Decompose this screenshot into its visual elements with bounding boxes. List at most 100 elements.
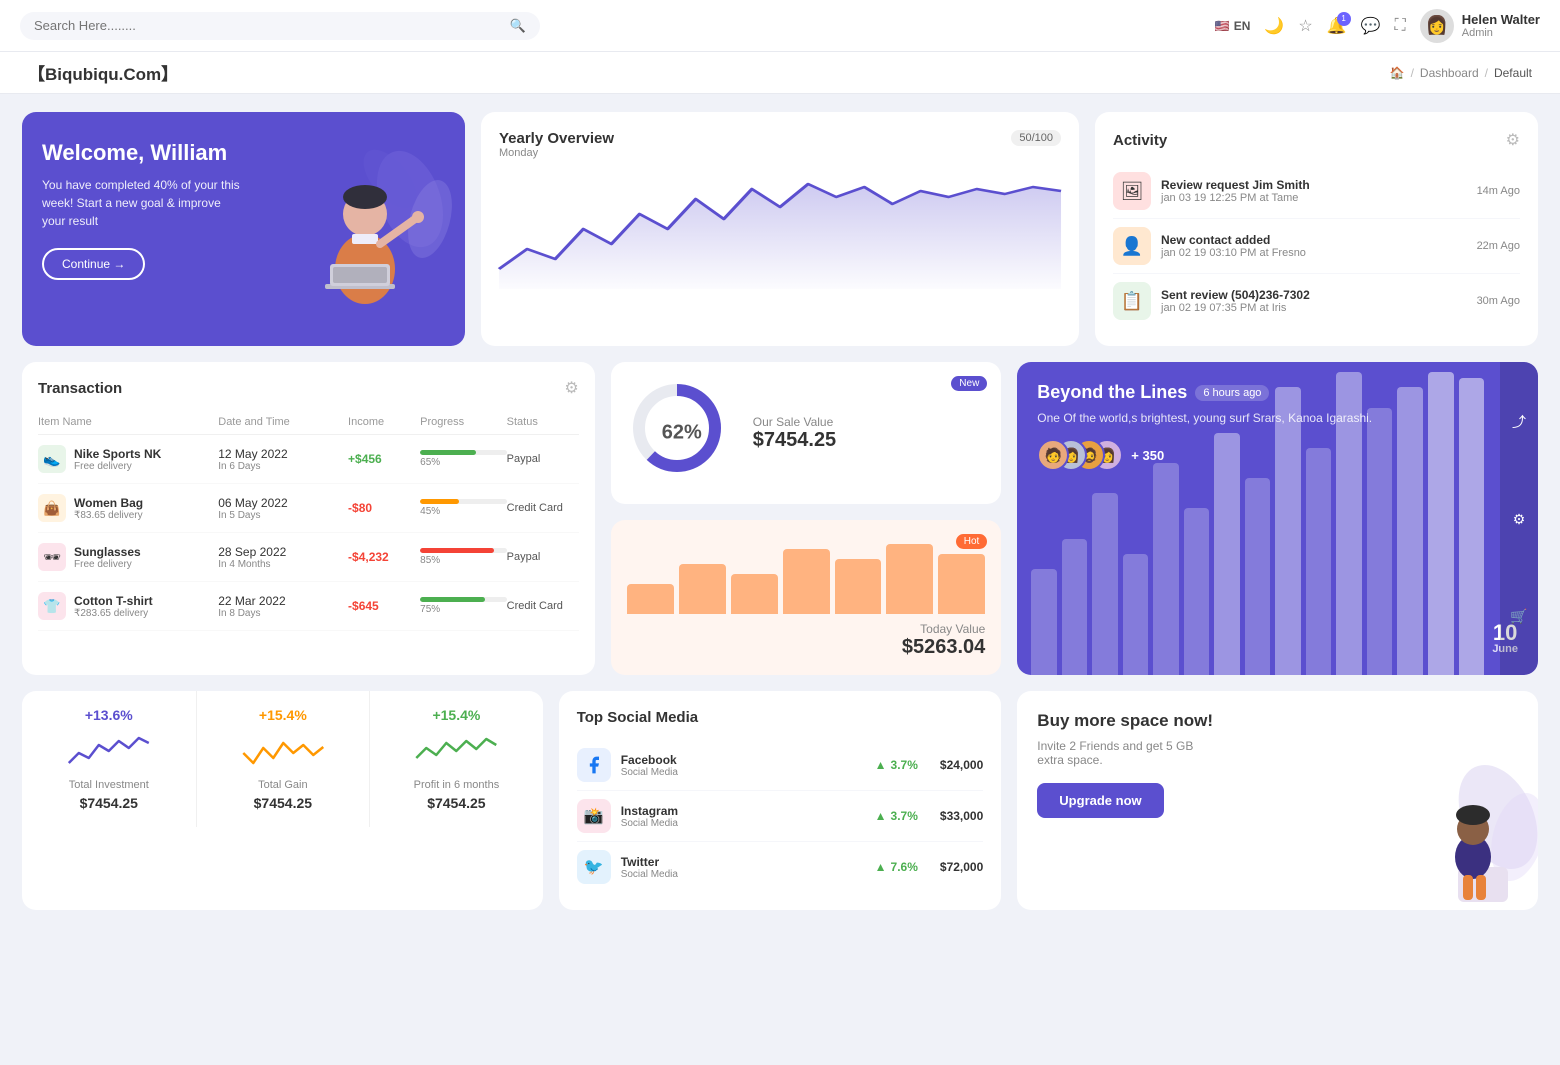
beyond-settings-icon[interactable]: ⚙ — [1513, 511, 1526, 528]
welcome-illustration — [270, 139, 450, 319]
home-icon[interactable]: 🏠 — [1390, 66, 1405, 80]
stat-value-0: $7454.25 — [38, 795, 180, 811]
item-icon-1: 👜 — [38, 494, 66, 522]
activity-list: 🖼 Review request Jim Smith jan 03 19 12:… — [1113, 164, 1520, 328]
activity-item-3: 📋 Sent review (504)236-7302 jan 02 19 07… — [1113, 274, 1520, 328]
activity-time-2: 22m Ago — [1477, 240, 1520, 252]
stat-label-0: Total Investment — [38, 779, 180, 791]
table-row: 👕 Cotton T-shirt ₹283.65 delivery 22 Mar… — [38, 582, 579, 631]
breadcrumb-bar: 【Biqubiqu.Com】 🏠 / Dashboard / Default — [0, 52, 1560, 94]
stat-investment: +13.6% Total Investment $7454.25 — [22, 691, 196, 827]
activity-title-1: Review request Jim Smith — [1161, 178, 1467, 192]
upgrade-card: Buy more space now! Invite 2 Friends and… — [1017, 691, 1538, 910]
upgrade-title: Buy more space now! — [1037, 711, 1518, 731]
stat-pct-2: +15.4% — [386, 707, 527, 723]
breadcrumb-current: Default — [1494, 66, 1532, 80]
upgrade-button[interactable]: Upgrade now — [1037, 783, 1163, 818]
theme-toggle[interactable]: 🌙 — [1264, 16, 1284, 36]
social-title: Top Social Media — [577, 709, 984, 726]
twitter-sub: Social Media — [621, 869, 678, 880]
instagram-name: Instagram — [621, 804, 678, 818]
favorites-icon[interactable]: ☆ — [1298, 16, 1312, 36]
wave-chart-0 — [38, 733, 180, 773]
activity-settings-icon[interactable]: ⚙ — [1506, 130, 1520, 150]
search-input[interactable] — [34, 18, 502, 33]
beyond-desc: One Of the world,s brightest, young surf… — [1037, 411, 1518, 425]
facebook-sub: Social Media — [621, 767, 678, 778]
upgrade-illustration — [1398, 767, 1538, 910]
social-row-facebook: Facebook Social Media ▲3.7% $24,000 — [577, 740, 984, 791]
sale-label: Our Sale Value — [753, 415, 836, 429]
donut-chart: 62% — [627, 378, 737, 488]
sale-today-col: New 62% Our Sale Value $7454.25 — [611, 362, 1002, 675]
activity-sub-1: jan 03 19 12:25 PM at Tame — [1161, 192, 1467, 204]
activity-item-2: 👤 New contact added jan 02 19 03:10 PM a… — [1113, 219, 1520, 274]
stat-value-1: $7454.25 — [213, 795, 354, 811]
social-row-twitter: 🐦 Twitter Social Media ▲7.6% $72,000 — [577, 842, 984, 892]
activity-time-3: 30m Ago — [1477, 295, 1520, 307]
search-bar[interactable]: 🔍 — [20, 12, 540, 40]
top-row: Welcome, William You have completed 40% … — [22, 112, 1538, 346]
stat-label-2: Profit in 6 months — [386, 779, 527, 791]
hot-badge: Hot — [956, 534, 988, 549]
social-row-instagram: 📸 Instagram Social Media ▲3.7% $33,000 — [577, 791, 984, 842]
item-icon-2: 🕶 — [38, 543, 66, 571]
social-media-card: Top Social Media Facebook Social Media ▲… — [559, 691, 1002, 910]
brand-name: 【Biqubiqu.Com】 — [28, 60, 178, 85]
yearly-overview-card: Yearly Overview Monday 50/100 — [481, 112, 1079, 346]
facebook-icon — [577, 748, 611, 782]
breadcrumb-dashboard[interactable]: Dashboard — [1420, 66, 1479, 80]
activity-title-3: Sent review (504)236-7302 — [1161, 288, 1467, 302]
welcome-card: Welcome, William You have completed 40% … — [22, 112, 465, 346]
donut-percent: 62% — [662, 422, 702, 445]
facebook-growth: ▲3.7% — [875, 758, 918, 772]
activity-title-2: New contact added — [1161, 233, 1467, 247]
item-icon-0: 👟 — [38, 445, 66, 473]
stat-label-1: Total Gain — [213, 779, 354, 791]
beyond-cart-icon[interactable]: 🛒 — [1510, 608, 1527, 625]
stat-value-2: $7454.25 — [386, 795, 527, 811]
today-card: Hot Today Value $5263.04 — [611, 520, 1002, 675]
bottom-row: +13.6% Total Investment $7454.25 +15.4% — [22, 691, 1538, 910]
facebook-value: $24,000 — [940, 758, 983, 772]
table-row: 👟 Nike Sports NK Free delivery 12 May 20… — [38, 435, 579, 484]
breadcrumb: 🏠 / Dashboard / Default — [1390, 66, 1532, 80]
twitter-name: Twitter — [621, 855, 678, 869]
top-navigation: 🔍 🇺🇸 EN 🌙 ☆ 🔔 1 💬 ⛶ 👩 Helen Walter Admin — [0, 0, 1560, 52]
item-icon-3: 👕 — [38, 592, 66, 620]
instagram-growth: ▲3.7% — [875, 809, 918, 823]
twitter-icon: 🐦 — [577, 850, 611, 884]
continue-button[interactable]: Continue → — [42, 248, 145, 280]
transaction-card: Transaction ⚙ Item Name Date and Time In… — [22, 362, 595, 675]
activity-thumb-3: 📋 — [1113, 282, 1151, 320]
instagram-value: $33,000 — [940, 809, 983, 823]
today-label: Today Value — [627, 622, 986, 636]
activity-sub-3: jan 02 19 07:35 PM at Iris — [1161, 302, 1467, 314]
expand-icon[interactable]: ⛶ — [1395, 17, 1406, 35]
upgrade-desc: Invite 2 Friends and get 5 GB extra spac… — [1037, 739, 1217, 767]
notifications-icon[interactable]: 🔔 1 — [1327, 16, 1347, 36]
facebook-name: Facebook — [621, 753, 678, 767]
language-selector[interactable]: 🇺🇸 EN — [1215, 19, 1251, 33]
transaction-settings-icon[interactable]: ⚙ — [564, 378, 578, 398]
search-icon: 🔍 — [510, 18, 526, 34]
wave-chart-1 — [213, 733, 354, 773]
chat-icon[interactable]: 💬 — [1361, 16, 1381, 36]
today-chart — [627, 544, 986, 614]
yearly-chart — [499, 169, 1061, 289]
beyond-plus: + 350 — [1131, 448, 1164, 463]
notification-badge: 1 — [1337, 12, 1351, 26]
beyond-time: 6 hours ago — [1195, 385, 1269, 401]
instagram-sub: Social Media — [621, 818, 678, 829]
activity-time-1: 14m Ago — [1477, 185, 1520, 197]
transaction-title: Transaction — [38, 380, 122, 397]
instagram-icon: 📸 — [577, 799, 611, 833]
stats-card: +13.6% Total Investment $7454.25 +15.4% — [22, 691, 543, 910]
activity-sub-2: jan 02 19 03:10 PM at Fresno — [1161, 247, 1467, 259]
table-header: Item Name Date and Time Income Progress … — [38, 410, 579, 435]
yearly-subtitle: Monday — [499, 147, 614, 159]
table-row: 👜 Women Bag ₹83.65 delivery 06 May 2022 … — [38, 484, 579, 533]
user-profile[interactable]: 👩 Helen Walter Admin — [1420, 9, 1540, 43]
today-value: $5263.04 — [627, 636, 986, 659]
yearly-title: Yearly Overview — [499, 130, 614, 147]
